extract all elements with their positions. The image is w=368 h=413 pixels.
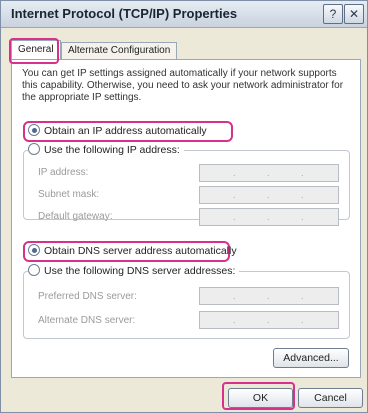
default-gateway-field[interactable]: ...: [199, 208, 339, 226]
ip-address-label: IP address:: [38, 167, 89, 178]
alternate-dns-label: Alternate DNS server:: [38, 315, 136, 326]
preferred-dns-field[interactable]: ...: [199, 287, 339, 305]
intro-text: You can get IP settings assigned automat…: [22, 68, 344, 103]
default-gateway-label: Default gateway:: [38, 211, 113, 222]
ip-manual-label: Use the following IP address:: [44, 144, 180, 156]
ip-auto-radio[interactable]: [28, 124, 40, 136]
preferred-dns-label: Preferred DNS server:: [38, 291, 137, 302]
dns-manual-radio-row[interactable]: Use the following DNS server addresses:: [28, 264, 240, 278]
close-button[interactable]: ✕: [344, 4, 364, 24]
dns-manual-label: Use the following DNS server addresses:: [44, 265, 236, 277]
ip-manual-radio[interactable]: [28, 143, 40, 155]
subnet-mask-field[interactable]: ...: [199, 186, 339, 204]
subnet-mask-label: Subnet mask:: [38, 189, 100, 200]
tab-general[interactable]: General: [11, 40, 61, 59]
ip-auto-radio-row[interactable]: Obtain an IP address automatically: [28, 124, 207, 138]
cancel-button[interactable]: Cancel: [298, 388, 363, 408]
ok-button[interactable]: OK: [228, 388, 293, 408]
properties-dialog: Internet Protocol (TCP/IP) Properties ? …: [0, 0, 368, 413]
ip-auto-label: Obtain an IP address automatically: [44, 125, 207, 137]
alternate-dns-field[interactable]: ...: [199, 311, 339, 329]
window-title: Internet Protocol (TCP/IP) Properties: [11, 6, 238, 21]
title-bar: Internet Protocol (TCP/IP) Properties ? …: [1, 1, 367, 28]
help-button[interactable]: ?: [323, 4, 343, 24]
dns-auto-label: Obtain DNS server address automatically: [44, 245, 237, 257]
dns-manual-radio[interactable]: [28, 264, 40, 276]
ip-address-field[interactable]: ...: [199, 164, 339, 182]
dns-auto-radio-row[interactable]: Obtain DNS server address automatically: [28, 244, 237, 258]
advanced-button[interactable]: Advanced...: [273, 348, 349, 368]
dns-auto-radio[interactable]: [28, 244, 40, 256]
ip-manual-radio-row[interactable]: Use the following IP address:: [28, 143, 184, 157]
tab-alternate-configuration[interactable]: Alternate Configuration: [61, 42, 178, 59]
